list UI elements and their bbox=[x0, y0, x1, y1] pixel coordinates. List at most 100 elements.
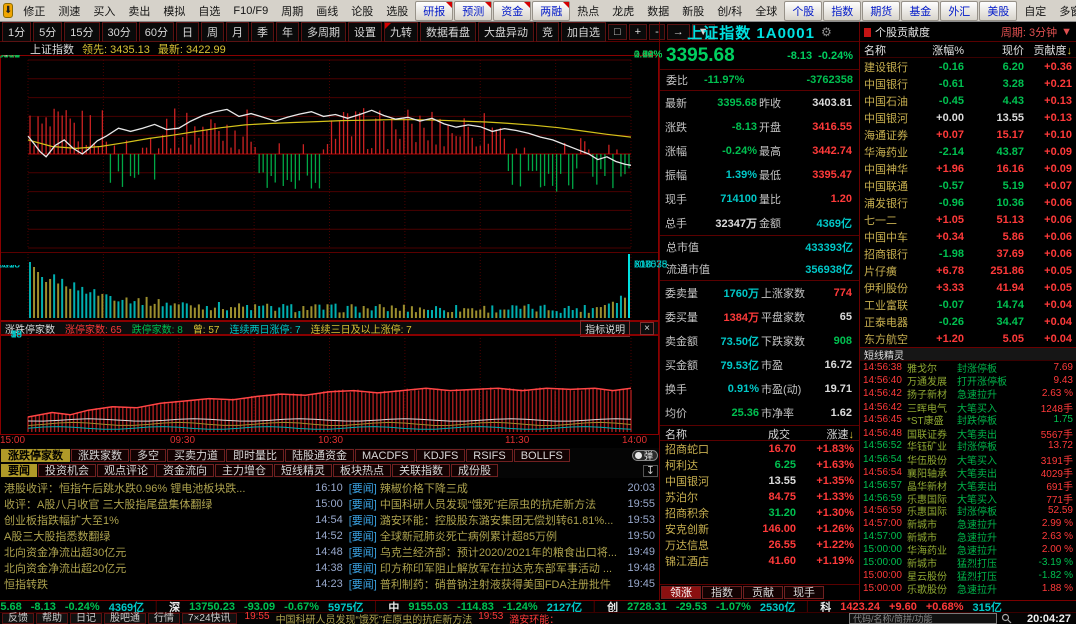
menu-item[interactable]: 自选 bbox=[192, 1, 226, 21]
period-button[interactable]: 60分 bbox=[139, 22, 174, 42]
col-name[interactable]: 名称 bbox=[665, 426, 729, 442]
period-button[interactable]: 年 bbox=[276, 22, 299, 42]
news-item[interactable]: 恒指转跌 14:23 bbox=[4, 576, 343, 592]
contribution-row[interactable]: 中国联通 -0.57 5.19 +0.07 bbox=[860, 177, 1076, 194]
period-button[interactable]: 数据看盘 bbox=[420, 22, 476, 42]
menu-item[interactable]: 周期 bbox=[275, 1, 309, 21]
period-button[interactable]: 周 bbox=[201, 22, 224, 42]
menu-item[interactable]: 测速 bbox=[52, 1, 86, 21]
indicator-tab[interactable]: 涨跌家数 bbox=[71, 449, 129, 462]
alert-row[interactable]: 14:56:54 襄阳轴承 大笔卖出 4029手 bbox=[860, 465, 1076, 478]
download-icon[interactable]: ↧ bbox=[643, 465, 658, 477]
alert-row[interactable]: 14:56:52 华钰矿业 封涨停板 13.72 bbox=[860, 439, 1076, 452]
news-ticker[interactable]: 19:55中国科研人员发现“饿死”疟原虫的抗疟新方法19:53潞安环能： bbox=[239, 611, 847, 624]
leader-row[interactable]: 安克创新 146.00 +1.26% bbox=[660, 521, 859, 537]
news-tab[interactable]: 要闻 bbox=[1, 464, 37, 477]
menu-item[interactable]: 卖出 bbox=[122, 1, 156, 21]
period-button[interactable]: 多周期 bbox=[301, 22, 346, 42]
indicator-tab[interactable]: BOLLFS bbox=[514, 449, 570, 462]
news-tab[interactable]: 资金流向 bbox=[156, 464, 214, 477]
contribution-row[interactable]: 片仔癀 +6.78 251.86 +0.05 bbox=[860, 262, 1076, 279]
menu-item[interactable]: 期货 bbox=[862, 1, 900, 21]
indicator-tab[interactable]: 即时量比 bbox=[226, 449, 284, 462]
alert-row[interactable]: 14:56:57 晶华新材 大笔卖出 691手 bbox=[860, 478, 1076, 491]
period-button[interactable]: □ bbox=[608, 24, 627, 40]
contribution-row[interactable]: 中国银河 +0.00 13.55 +0.13 bbox=[860, 109, 1076, 126]
search-icon[interactable] bbox=[1001, 613, 1012, 624]
status-value[interactable]: 3395.68 bbox=[0, 601, 22, 613]
leader-row[interactable]: 招商蛇口 16.70 +1.83% bbox=[660, 441, 859, 457]
leader-row[interactable]: 锦江酒店 41.60 +1.19% bbox=[660, 553, 859, 569]
status-value[interactable]: 深 bbox=[169, 600, 180, 612]
menu-item[interactable]: 研报 bbox=[415, 1, 453, 21]
leaders-tab[interactable]: 贡献 bbox=[743, 586, 783, 599]
period-button[interactable]: 5分 bbox=[33, 22, 62, 42]
contribution-row[interactable]: 中国石油 -0.45 4.43 +0.13 bbox=[860, 92, 1076, 109]
news-item[interactable]: 港股收评：恒指午后跳水跌0.96% 锂电池板块跌... 16:10 bbox=[4, 480, 343, 496]
menu-item[interactable]: 个股 bbox=[784, 1, 822, 21]
news-tab[interactable]: 主力增仓 bbox=[215, 464, 273, 477]
bottom-tab[interactable]: 股吧通 bbox=[104, 613, 146, 624]
indicator-tab[interactable]: 涨跌停家数 bbox=[1, 449, 70, 462]
period-button[interactable]: 1分 bbox=[2, 22, 31, 42]
indicator-tab[interactable]: RSIFS bbox=[466, 449, 512, 462]
menu-item[interactable]: 论股 bbox=[345, 1, 379, 21]
menu-item[interactable]: 美股 bbox=[979, 1, 1017, 21]
intraday-chart[interactable] bbox=[0, 55, 659, 321]
gear-icon[interactable]: ⚙ bbox=[821, 25, 832, 39]
period-button[interactable]: 设置 bbox=[348, 22, 382, 42]
period-button[interactable]: 季 bbox=[251, 22, 274, 42]
contrib-period-label[interactable]: 周期: 3分钟 bbox=[1001, 24, 1057, 40]
menu-item[interactable]: 基金 bbox=[901, 1, 939, 21]
bottom-tab[interactable]: 行情 bbox=[148, 613, 180, 624]
news-item[interactable]: 北向资金净流出超20亿元 14:38 bbox=[4, 560, 343, 576]
leaders-tab[interactable]: 现手 bbox=[784, 586, 824, 599]
col-change[interactable]: 涨幅% bbox=[922, 42, 964, 58]
news-item[interactable]: [要闻] 印方称印军阻止解放军在拉达克东部军事活动 ... 19:48 bbox=[349, 560, 655, 576]
period-button[interactable]: 加自选 bbox=[561, 22, 606, 42]
contribution-row[interactable]: 华海药业 -2.14 43.87 +0.09 bbox=[860, 143, 1076, 160]
bottom-tab[interactable]: 7×24快讯 bbox=[182, 613, 237, 624]
status-value[interactable]: +0.68% bbox=[926, 601, 964, 613]
indicator-help-button[interactable]: 指标说明 bbox=[580, 320, 630, 337]
leader-row[interactable]: 中国银河 13.55 +1.35% bbox=[660, 473, 859, 489]
menu-item[interactable]: 模拟 bbox=[157, 1, 191, 21]
menu-item[interactable]: 多窗 bbox=[1053, 1, 1076, 21]
leader-row[interactable]: 苏泊尔 84.75 +1.33% bbox=[660, 489, 859, 505]
news-tab[interactable]: 投资机会 bbox=[38, 464, 96, 477]
news-item[interactable]: A股三大股指悉数翻绿 14:52 bbox=[4, 528, 343, 544]
indicator-tab[interactable]: 买卖力道 bbox=[167, 449, 225, 462]
news-tab[interactable]: 关联指数 bbox=[392, 464, 450, 477]
leader-row[interactable]: 招商积余 31.20 +1.30% bbox=[660, 505, 859, 521]
menu-item[interactable]: 全球 bbox=[749, 1, 783, 21]
indicator-tab[interactable]: MACDFS bbox=[355, 449, 415, 462]
leaders-tab[interactable]: 领涨 bbox=[661, 586, 701, 599]
status-value[interactable]: 13750.23 bbox=[189, 601, 235, 613]
period-button[interactable]: 15分 bbox=[64, 22, 99, 42]
news-item[interactable]: 北向资金净流出超30亿元 14:48 bbox=[4, 544, 343, 560]
menu-item[interactable]: 两融 bbox=[532, 1, 570, 21]
status-value[interactable]: │ bbox=[153, 601, 160, 613]
menu-item[interactable]: 指数 bbox=[823, 1, 861, 21]
chevron-down-icon[interactable]: ▼ bbox=[1061, 26, 1072, 38]
period-button[interactable]: 九转 bbox=[384, 22, 418, 42]
contribution-row[interactable]: 建设银行 -0.16 6.20 +0.36 bbox=[860, 58, 1076, 75]
menu-item[interactable]: 新股 bbox=[676, 1, 710, 21]
menu-item[interactable]: 画线 bbox=[310, 1, 344, 21]
popup-toggle[interactable]: 弹 bbox=[632, 450, 658, 461]
period-button[interactable]: 月 bbox=[226, 22, 249, 42]
indicator-tab[interactable]: 陆股通资金 bbox=[285, 449, 354, 462]
menu-item[interactable]: 自定 bbox=[1018, 1, 1052, 21]
menu-item[interactable]: 创/科 bbox=[711, 1, 748, 21]
period-button[interactable]: + bbox=[629, 24, 647, 40]
bottom-tab[interactable]: 反馈 bbox=[2, 613, 34, 624]
news-tab[interactable]: 观点评论 bbox=[97, 464, 155, 477]
alert-row[interactable]: 14:56:54 华伍股份 大笔买入 3191手 bbox=[860, 452, 1076, 465]
menu-item[interactable]: 选股 bbox=[380, 1, 414, 21]
alert-row[interactable]: 15:00:00 乐歌股份 急速拉升 1.88 % bbox=[860, 582, 1076, 595]
contribution-row[interactable]: 中国中车 +0.34 5.86 +0.06 bbox=[860, 228, 1076, 245]
contribution-row[interactable]: 中国银行 -0.61 3.28 +0.21 bbox=[860, 75, 1076, 92]
menu-item[interactable]: 修正 bbox=[17, 1, 51, 21]
menu-item[interactable]: 资金 bbox=[493, 1, 531, 21]
leaders-tab[interactable]: 指数 bbox=[702, 586, 742, 599]
